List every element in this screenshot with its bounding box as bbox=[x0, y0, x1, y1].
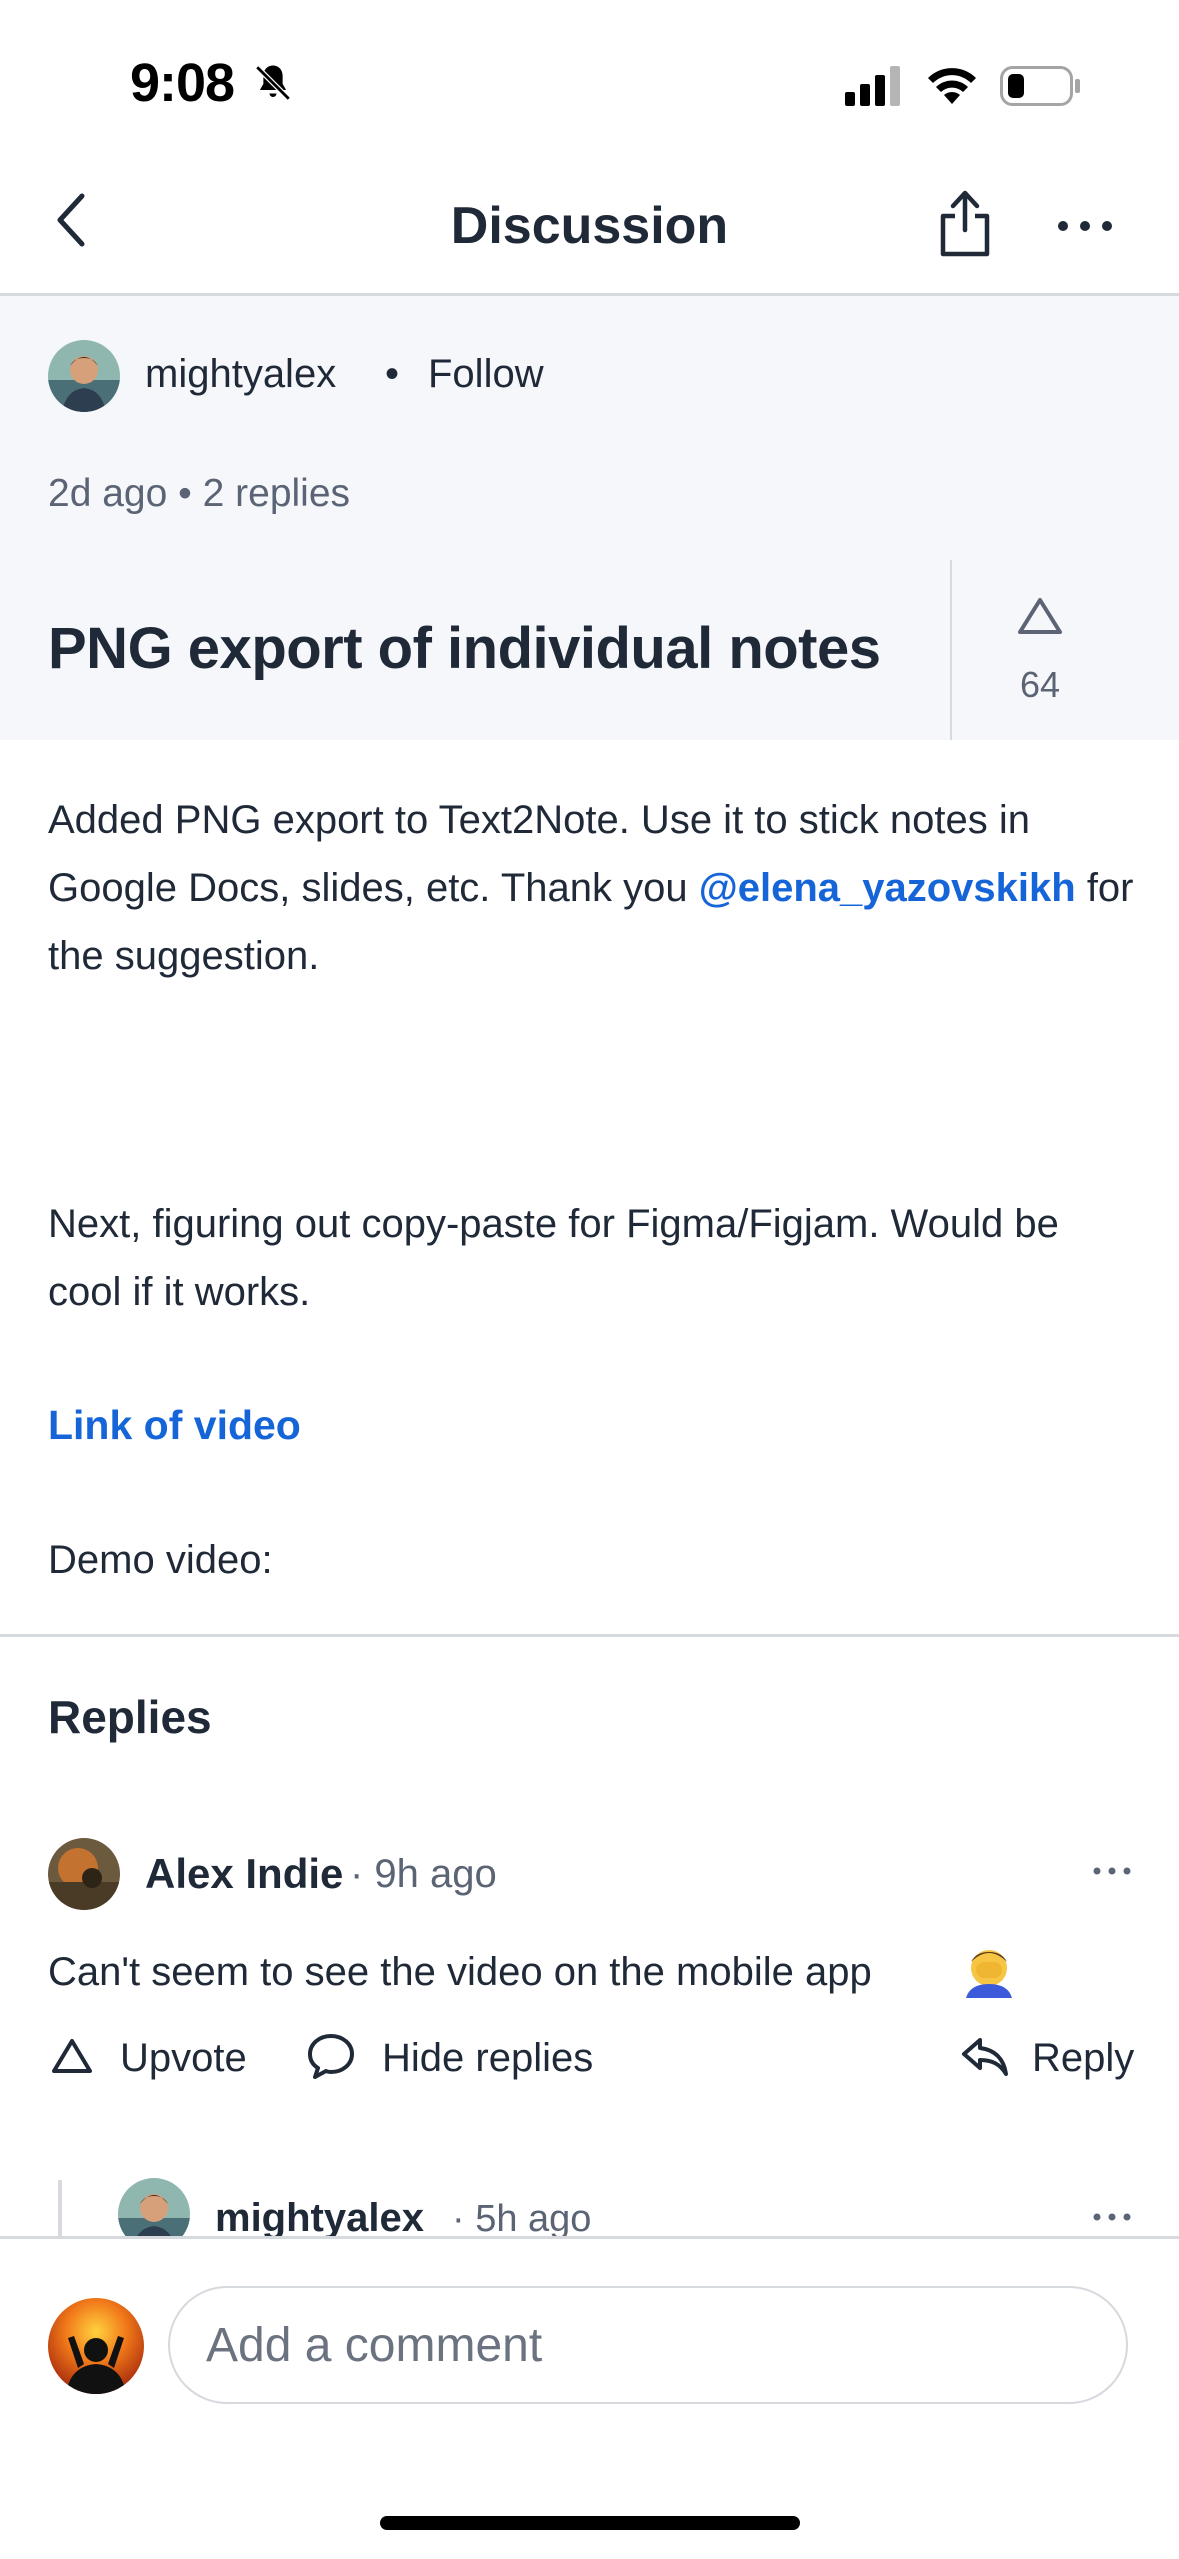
mention-link[interactable]: @elena_yazovskikh bbox=[699, 866, 1076, 910]
upvote-count: 64 bbox=[1019, 664, 1061, 705]
home-indicator bbox=[380, 2516, 800, 2530]
post-body-paragraph: Added PNG export to Text2Note. Use it to… bbox=[48, 786, 1138, 990]
battery-icon bbox=[1000, 66, 1080, 106]
video-link[interactable]: Link of video bbox=[48, 1402, 301, 1449]
status-time: 9:08 bbox=[130, 53, 235, 113]
wifi-icon bbox=[928, 68, 976, 104]
post-meta: 2d ago • 2 replies bbox=[48, 472, 351, 515]
comment-input[interactable] bbox=[168, 2286, 1128, 2404]
thread-line bbox=[58, 2180, 62, 2236]
upvote-icon[interactable] bbox=[1016, 596, 1064, 636]
comment-icon[interactable] bbox=[306, 2032, 356, 2080]
bell-slash-icon bbox=[255, 65, 291, 101]
avatar[interactable] bbox=[48, 2298, 144, 2394]
facepalm-emoji bbox=[966, 1950, 1012, 1998]
page-title: Discussion bbox=[450, 197, 729, 255]
more-icon[interactable] bbox=[1055, 218, 1115, 234]
post-title: PNG export of individual notes bbox=[48, 616, 881, 681]
reply-author[interactable]: mightyalex bbox=[215, 2196, 424, 2241]
share-icon[interactable] bbox=[935, 188, 995, 258]
vote-divider bbox=[950, 560, 952, 740]
reply-time: · 9h ago bbox=[350, 1852, 497, 1896]
more-icon[interactable] bbox=[1092, 1866, 1132, 1876]
author-avatar[interactable] bbox=[48, 340, 120, 412]
follow-button[interactable]: Follow bbox=[428, 352, 544, 397]
upvote-icon[interactable] bbox=[50, 2036, 94, 2076]
reply-author[interactable]: Alex Indie bbox=[145, 1850, 343, 1898]
section-divider bbox=[0, 1634, 1179, 1637]
reply-text: Can't seem to see the video on the mobil… bbox=[48, 1950, 872, 1994]
reply-time: · 5h ago bbox=[452, 2198, 592, 2240]
signal-icon bbox=[845, 66, 900, 106]
post-body-paragraph: Next, figuring out copy-paste for Figma/… bbox=[48, 1202, 1059, 1314]
separator-dot: • bbox=[385, 352, 400, 396]
upvote-button[interactable]: Upvote bbox=[120, 2036, 247, 2081]
reply-button[interactable]: Reply bbox=[1032, 2036, 1134, 2081]
replies-heading: Replies bbox=[48, 1691, 212, 1743]
hide-replies-button[interactable]: Hide replies bbox=[382, 2036, 593, 2081]
more-icon[interactable] bbox=[1092, 2212, 1132, 2222]
avatar[interactable] bbox=[48, 1838, 120, 1910]
demo-video-label: Demo video: bbox=[48, 1538, 273, 1582]
author-name[interactable]: mightyalex bbox=[145, 352, 336, 397]
reply-icon[interactable] bbox=[960, 2034, 1010, 2078]
